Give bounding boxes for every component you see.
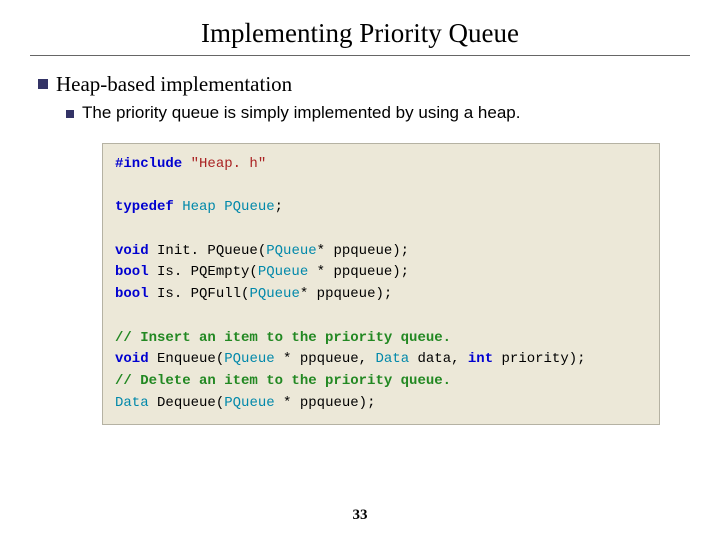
keyword: bool <box>115 286 149 302</box>
keyword: #include <box>115 156 182 172</box>
type: PQueue <box>249 286 299 302</box>
type: PQueue <box>266 243 316 259</box>
code-text: data, <box>409 351 468 367</box>
code-text: ; <box>275 199 283 215</box>
keyword: void <box>115 351 149 367</box>
keyword: void <box>115 243 149 259</box>
bullet1-text: Heap-based implementation <box>56 72 292 97</box>
type: PQueue <box>258 264 308 280</box>
code-text: Dequeue( <box>149 395 225 411</box>
code-text: * ppqueue, <box>275 351 376 367</box>
code-block: #include "Heap. h" typedef Heap PQueue; … <box>102 143 660 425</box>
code-text: Init. PQueue( <box>149 243 267 259</box>
code-text: priority); <box>493 351 585 367</box>
type: Heap <box>182 199 216 215</box>
keyword: bool <box>115 264 149 280</box>
code-text: * ppqueue); <box>308 264 409 280</box>
type: Data <box>115 395 149 411</box>
keyword: typedef <box>115 199 174 215</box>
type: Data <box>375 351 409 367</box>
string: "Heap. h" <box>191 156 267 172</box>
bullet2-text: The priority queue is simply implemented… <box>82 103 520 123</box>
comment: // Insert an item to the priority queue. <box>115 330 451 346</box>
code-text: * ppqueue); <box>300 286 392 302</box>
comment: // Delete an item to the priority queue. <box>115 373 451 389</box>
code-text: Is. PQEmpty( <box>149 264 258 280</box>
bullet-level1: Heap-based implementation <box>38 72 690 97</box>
page-number: 33 <box>0 507 720 524</box>
code-text: * ppqueue); <box>275 395 376 411</box>
square-bullet-icon <box>66 110 74 118</box>
square-bullet-icon <box>38 79 48 89</box>
bullet-level2: The priority queue is simply implemented… <box>66 103 690 123</box>
type: PQueue <box>224 199 274 215</box>
code-text: Is. PQFull( <box>149 286 250 302</box>
type: PQueue <box>224 395 274 411</box>
type: PQueue <box>224 351 274 367</box>
slide: Implementing Priority Queue Heap-based i… <box>0 0 720 540</box>
slide-title: Implementing Priority Queue <box>30 18 690 56</box>
code-text: Enqueue( <box>149 351 225 367</box>
code-text: * ppqueue); <box>317 243 409 259</box>
keyword: int <box>468 351 493 367</box>
